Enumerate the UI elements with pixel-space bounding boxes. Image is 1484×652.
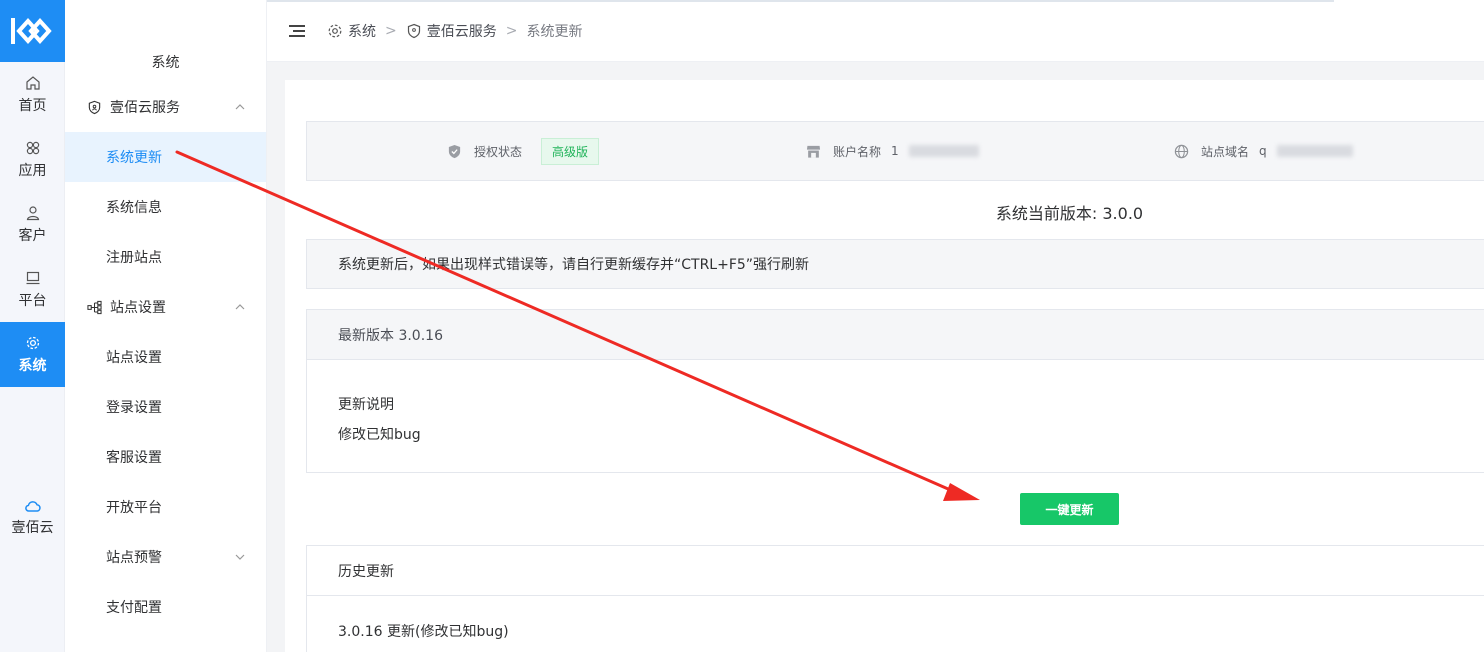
sidebar-group-label: 站点设置	[110, 300, 166, 316]
chevron-up-icon	[235, 104, 245, 110]
gear-icon	[328, 24, 342, 37]
shield-icon	[407, 23, 420, 38]
rail-item-home[interactable]: 首页	[0, 62, 65, 127]
license-info-bar: 授权状态 高级版 账户名称 1 站点域名 q	[306, 121, 1484, 181]
sidebar-title: 系统	[151, 55, 180, 71]
breadcrumb-item-current: 系统更新	[526, 23, 583, 40]
current-version: 系统当前版本: 3.0.0	[995, 204, 1144, 223]
breadcrumb-item-service[interactable]: 壹佰云服务	[427, 21, 497, 41]
sidebar-group-label: 站点预警	[106, 550, 162, 566]
icon-rail: 首页 应用 客户 平台 系统 壹佰云	[0, 0, 65, 652]
chevron-up-icon	[235, 304, 245, 310]
logo-icon	[10, 18, 52, 44]
rail-label: 首页	[18, 97, 47, 114]
menu-toggle-icon[interactable]	[289, 24, 305, 38]
rail-item-apps[interactable]: 应用	[0, 127, 65, 192]
license-badge: 高级版	[541, 137, 600, 165]
monitor-icon	[26, 271, 39, 284]
apps-icon	[26, 141, 39, 154]
top-bar: 系统 > 壹佰云服务 > 系统更新	[267, 0, 1484, 62]
domain-value: q	[1259, 144, 1267, 158]
sidebar: 系统 壹佰云服务 系统更新 系统信息 注册站点 站点设置 站点设置 登录设置 客…	[65, 0, 267, 652]
chevron-down-icon	[235, 554, 245, 560]
sidebar-group-service[interactable]: 壹佰云服务	[65, 82, 266, 132]
license-label: 授权状态	[474, 144, 523, 159]
account-label: 账户名称	[833, 144, 882, 159]
sidebar-item-payment-config[interactable]: 支付配置	[65, 582, 266, 632]
sidebar-item-login-settings[interactable]: 登录设置	[65, 382, 266, 432]
rail-item-platform[interactable]: 平台	[0, 257, 65, 322]
user-icon	[26, 205, 39, 220]
history-row: 3.0.16 更新(修改已知bug)	[338, 624, 509, 640]
redacted-blur	[908, 145, 979, 157]
latest-version-card: 最新版本 3.0.16 更新说明 修改已知bug	[306, 309, 1484, 473]
rail-label: 平台	[18, 292, 47, 309]
rail-item-system[interactable]: 系统	[0, 322, 65, 387]
release-notes-label: 更新说明	[338, 397, 394, 413]
sidebar-item-open-platform[interactable]: 开放平台	[65, 482, 266, 532]
sidebar-item-site-settings[interactable]: 站点设置	[65, 332, 266, 382]
sidebar-item-system-update[interactable]: 系统更新	[65, 132, 266, 182]
rail-label: 应用	[18, 162, 47, 179]
domain-label: 站点域名	[1201, 144, 1250, 159]
breadcrumb-separator: >	[385, 22, 397, 39]
shield-icon	[88, 100, 101, 114]
sidebar-item-register-site[interactable]: 注册站点	[65, 232, 266, 282]
home-icon	[25, 75, 40, 90]
account-name: 账户名称 1	[806, 122, 979, 180]
rail-item-customers[interactable]: 客户	[0, 192, 65, 257]
shield-check-icon	[448, 144, 461, 158]
rail-item-cloud[interactable]: 壹佰云	[0, 485, 65, 550]
update-history-card: 历史更新 3.0.16 更新(修改已知bug)	[306, 545, 1484, 652]
sidebar-group-site-alert[interactable]: 站点预警	[65, 532, 266, 582]
gear-icon	[26, 336, 39, 349]
top-divider	[267, 0, 1334, 2]
cloud-icon	[24, 500, 41, 512]
license-status: 授权状态 高级版	[447, 122, 600, 180]
sidebar-item-support-settings[interactable]: 客服设置	[65, 432, 266, 482]
main-content: 授权状态 高级版 账户名称 1 站点域名 q 系统当前版本: 3.0.0 系统更…	[285, 80, 1484, 652]
latest-version-title: 最新版本 3.0.16	[307, 310, 1484, 360]
app-logo[interactable]	[0, 0, 65, 62]
account-value: 1	[891, 144, 899, 158]
store-icon	[806, 145, 821, 158]
globe-icon	[1174, 144, 1189, 158]
refresh-notice: 系统更新后，如果出现样式错误等，请自行更新缓存并“CTRL+F5”强行刷新	[306, 239, 1484, 289]
one-click-update-button[interactable]: 一键更新	[1020, 493, 1119, 525]
sidebar-item-system-info[interactable]: 系统信息	[65, 182, 266, 232]
sitemap-icon	[87, 300, 102, 314]
rail-label: 壹佰云	[11, 519, 54, 536]
breadcrumb: 系统 > 壹佰云服务 > 系统更新	[327, 21, 582, 41]
sidebar-group-site-settings[interactable]: 站点设置	[65, 282, 266, 332]
release-notes-text: 修改已知bug	[338, 427, 421, 443]
breadcrumb-separator: >	[505, 22, 518, 39]
breadcrumb-item-system[interactable]: 系统	[348, 21, 376, 41]
site-domain: 站点域名 q	[1174, 122, 1353, 180]
update-history-title: 历史更新	[307, 546, 1484, 596]
redacted-blur	[1276, 145, 1353, 157]
rail-label: 客户	[18, 227, 47, 244]
rail-label: 系统	[18, 357, 47, 374]
sidebar-group-label: 壹佰云服务	[110, 100, 180, 116]
